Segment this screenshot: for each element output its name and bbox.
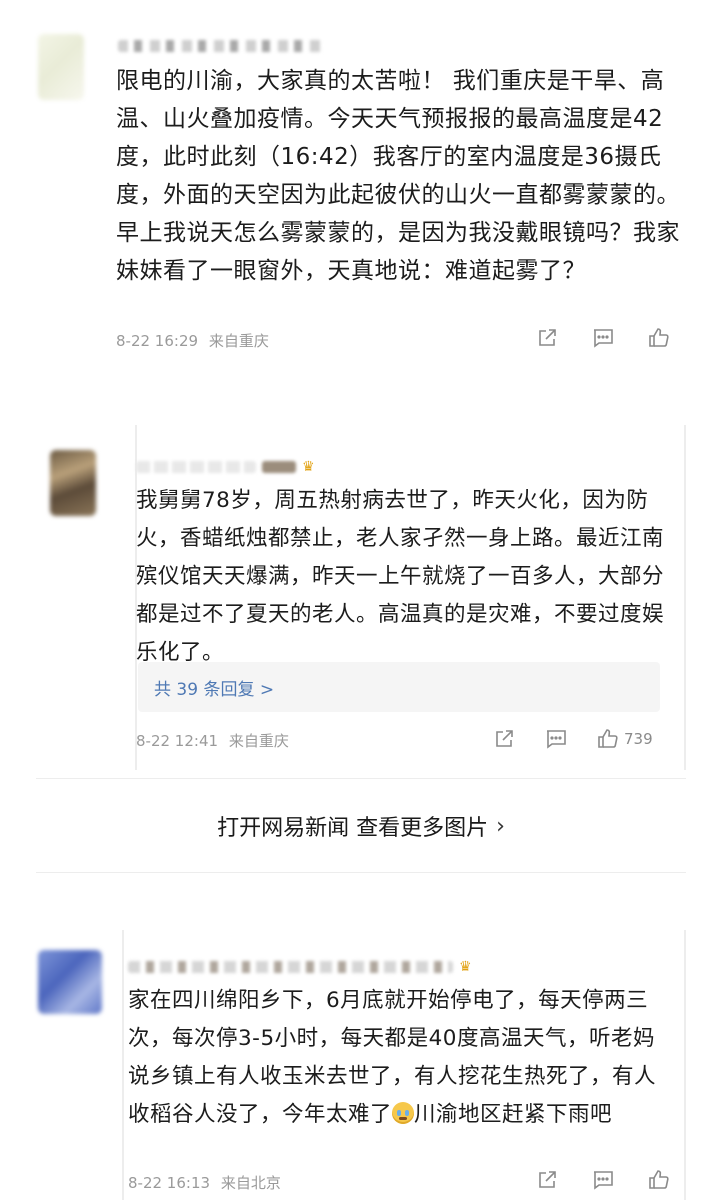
comment-actions: 739 <box>492 727 653 751</box>
comment-text: 家在四川绵阳乡下，6月底就开始停电了，每天停两三次，每次停3-5小时，每天都是4… <box>128 988 657 1127</box>
avatar[interactable] <box>38 34 84 100</box>
comment-icon[interactable] <box>544 727 568 751</box>
thumbs-up-icon[interactable] <box>647 1168 671 1192</box>
comment-time: 8-22 16:13 <box>128 1174 211 1192</box>
share-icon[interactable] <box>492 727 516 751</box>
comment-meta: 8-22 12:41 来自重庆 <box>136 730 289 751</box>
banner-divider <box>36 778 686 779</box>
comment-2: ♛ 我舅舅78岁，周五热射病去世了，昨天火化，因为防火，香蜡纸烛都禁止，老人家孑… <box>0 420 724 780</box>
chevron-right-icon: › <box>496 813 505 839</box>
comment-location: 来自北京 <box>220 1174 281 1192</box>
avatar[interactable] <box>38 950 102 1014</box>
crying-emoji-icon <box>392 1102 415 1124</box>
open-app-text: 打开网易新闻 查看更多图片 <box>217 816 489 841</box>
thumbs-up-icon[interactable] <box>596 727 620 751</box>
share-icon[interactable] <box>535 1168 559 1192</box>
share-icon[interactable] <box>535 326 559 350</box>
user-name[interactable]: ♛ <box>128 960 475 974</box>
comment-time: 8-22 12:41 <box>136 732 219 750</box>
user-name[interactable] <box>118 40 323 52</box>
comment-meta: 8-22 16:13 来自北京 <box>128 1172 281 1193</box>
reply-summary-link[interactable]: 共 39 条回复 > <box>154 675 274 700</box>
comment-icon[interactable] <box>591 1168 615 1192</box>
comment-time: 8-22 16:29 <box>116 332 199 350</box>
banner-divider <box>36 872 686 873</box>
comment-icon[interactable] <box>591 326 615 350</box>
comment-text: 限电的川渝，大家真的太苦啦！ 我们重庆是干旱、高温、山火叠加疫情。今天天气预报报… <box>116 68 680 284</box>
crown-icon: ♛ <box>302 459 315 475</box>
reply-summary[interactable]: 共 39 条回复 > <box>138 662 660 712</box>
avatar[interactable] <box>50 450 96 516</box>
comment-3: ♛ 家在四川绵阳乡下，6月底就开始停电了，每天停两三次，每次停3-5小时，每天都… <box>0 930 724 1200</box>
comment-actions <box>535 1168 671 1192</box>
comment-1: 限电的川渝，大家真的太苦啦！ 我们重庆是干旱、高温、山火叠加疫情。今天天气预报报… <box>0 0 724 380</box>
comment-location: 来自重庆 <box>228 732 289 750</box>
like-count: 739 <box>624 730 653 748</box>
user-name[interactable]: ♛ <box>136 460 318 474</box>
comment-meta: 8-22 16:29 来自重庆 <box>116 330 269 351</box>
crown-icon: ♛ <box>459 959 472 975</box>
comment-location: 来自重庆 <box>208 332 269 350</box>
comment-actions <box>535 326 671 350</box>
thumbs-up-icon[interactable] <box>647 326 671 350</box>
comment-text: 我舅舅78岁，周五热射病去世了，昨天火化，因为防火，香蜡纸烛都禁止，老人家孑然一… <box>136 488 665 665</box>
open-app-banner[interactable]: 打开网易新闻 查看更多图片 › <box>36 780 686 872</box>
